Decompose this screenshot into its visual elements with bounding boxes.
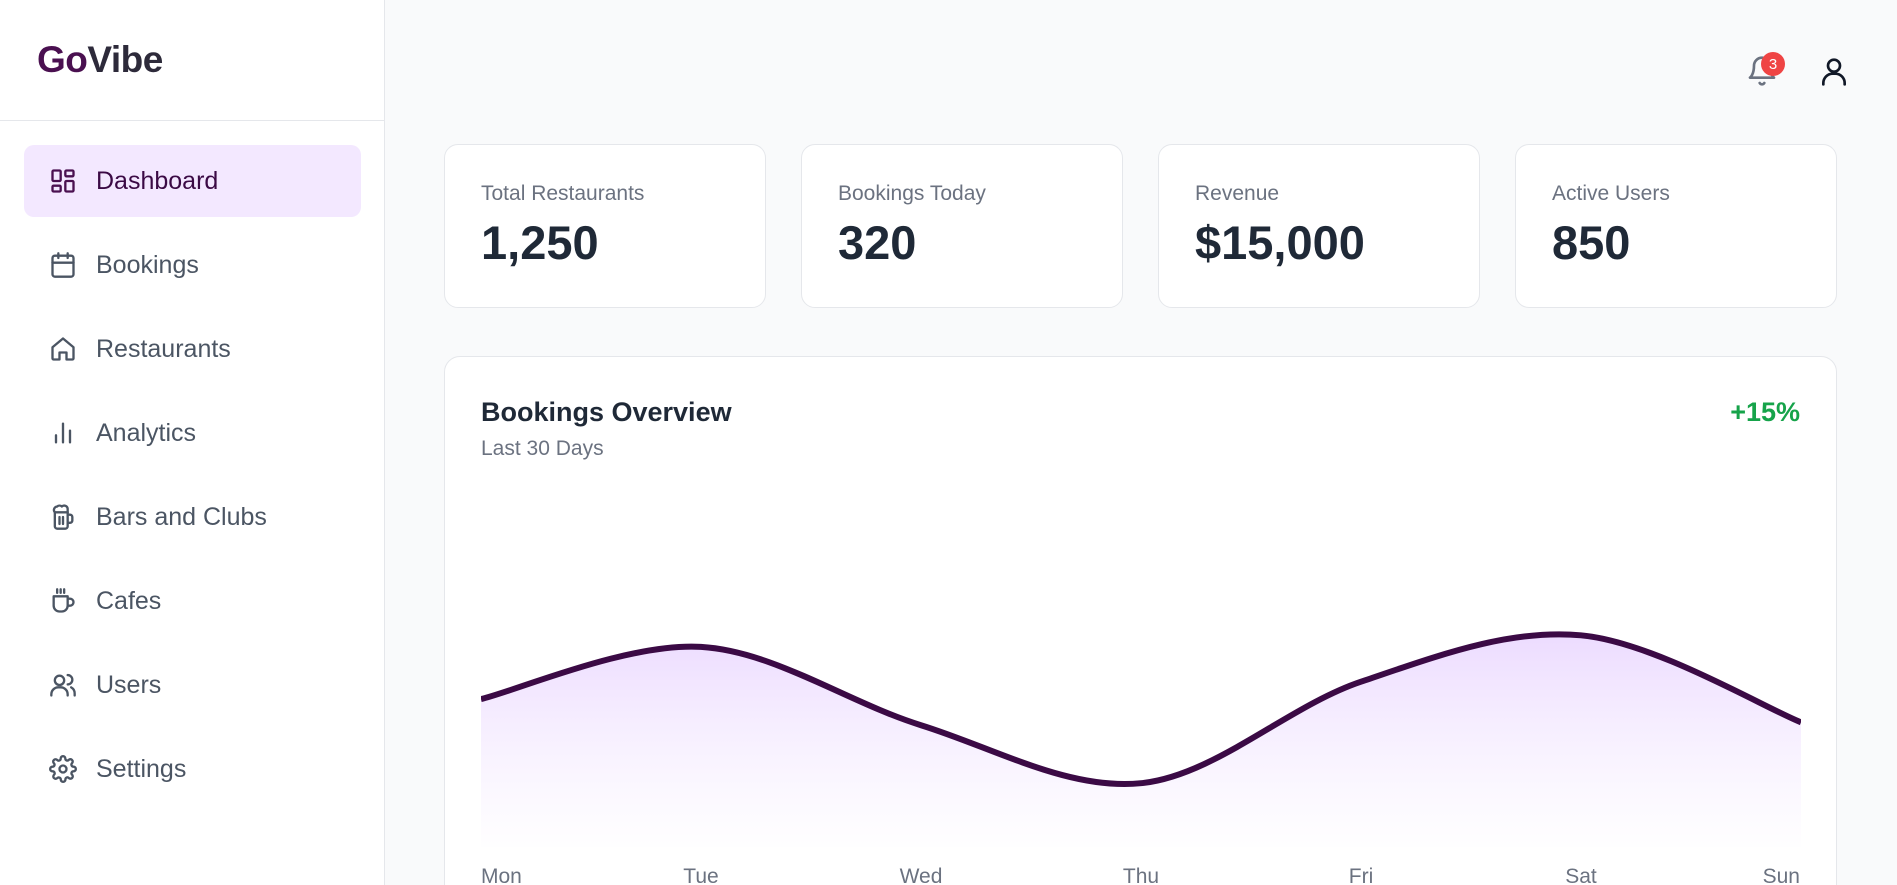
sidebar-item-bookings[interactable]: Bookings: [24, 229, 361, 301]
sidebar-item-label: Restaurants: [96, 334, 231, 363]
logo-area: GoVibe: [0, 0, 384, 121]
area-fill: [481, 634, 1801, 847]
sidebar-item-label: Bookings: [96, 250, 199, 279]
sidebar-item-cafes[interactable]: Cafes: [24, 565, 361, 637]
header-actions: 3: [1745, 52, 1851, 90]
chart-subtitle: Last 30 Days: [481, 437, 604, 460]
chart-delta: +15%: [1730, 397, 1800, 427]
sidebar-nav: Dashboard Bookings Restaurants Analytics…: [24, 145, 361, 817]
users-icon: [48, 670, 78, 700]
bookings-area-chart: [481, 631, 1801, 847]
chart-title: Bookings Overview: [481, 397, 732, 427]
stat-label: Total Restaurants: [481, 182, 645, 205]
sidebar-item-users[interactable]: Users: [24, 649, 361, 721]
stat-label: Bookings Today: [838, 182, 986, 205]
home-icon: [48, 334, 78, 364]
sidebar-item-label: Users: [96, 670, 162, 699]
notification-count-badge: 3: [1761, 52, 1785, 76]
sidebar-item-label: Settings: [96, 754, 187, 783]
stat-value: 850: [1552, 216, 1631, 269]
x-tick-label: Tue: [683, 865, 719, 885]
sidebar-item-settings[interactable]: Settings: [24, 733, 361, 805]
bookings-overview-card: Bookings Overview Last 30 Days +15% Mon T…: [444, 356, 1837, 885]
profile-button[interactable]: [1817, 56, 1851, 90]
sidebar-item-dashboard[interactable]: Dashboard: [24, 145, 361, 217]
sidebar: GoVibe Dashboard Bookings Restaurants An…: [0, 0, 385, 885]
stat-card-active-users: Active Users 850: [1515, 144, 1837, 308]
beer-mug-icon: [48, 502, 78, 532]
brand-logo[interactable]: GoVibe: [37, 38, 384, 82]
stat-value: 1,250: [481, 216, 599, 269]
notifications-button[interactable]: 3: [1745, 52, 1785, 90]
x-tick-label: Thu: [1122, 865, 1160, 885]
logo-suffix: Vibe: [87, 39, 163, 80]
stat-label: Active Users: [1552, 182, 1670, 205]
logo-prefix: Go: [37, 39, 88, 80]
coffee-cup-icon: [48, 586, 78, 616]
sidebar-item-label: Analytics: [96, 418, 197, 447]
x-tick-label: Mon: [481, 865, 522, 885]
stat-card-total-restaurants: Total Restaurants 1,250: [444, 144, 766, 308]
x-tick-label: Fri: [1348, 865, 1374, 885]
gear-icon: [48, 754, 78, 784]
stat-label: Revenue: [1195, 182, 1280, 205]
x-tick-label: Wed: [899, 865, 943, 885]
user-icon: [1818, 55, 1850, 92]
stat-card-revenue: Revenue $15,000: [1158, 144, 1480, 308]
stat-card-bookings-today: Bookings Today 320: [801, 144, 1123, 308]
sidebar-item-label: Bars and Clubs: [96, 502, 267, 531]
sidebar-item-analytics[interactable]: Analytics: [24, 397, 361, 469]
stat-value: 320: [838, 216, 917, 269]
x-tick-label: Sun: [1762, 865, 1800, 885]
bar-chart-icon: [48, 418, 78, 448]
x-tick-label: Sat: [1565, 865, 1597, 885]
calendar-icon: [48, 250, 78, 280]
sidebar-item-label: Cafes: [96, 586, 162, 615]
sidebar-item-label: Dashboard: [96, 166, 219, 195]
stat-value: $15,000: [1195, 216, 1365, 269]
dashboard-icon: [48, 166, 78, 196]
sidebar-item-restaurants[interactable]: Restaurants: [24, 313, 361, 385]
sidebar-item-bars-and-clubs[interactable]: Bars and Clubs: [24, 481, 361, 553]
